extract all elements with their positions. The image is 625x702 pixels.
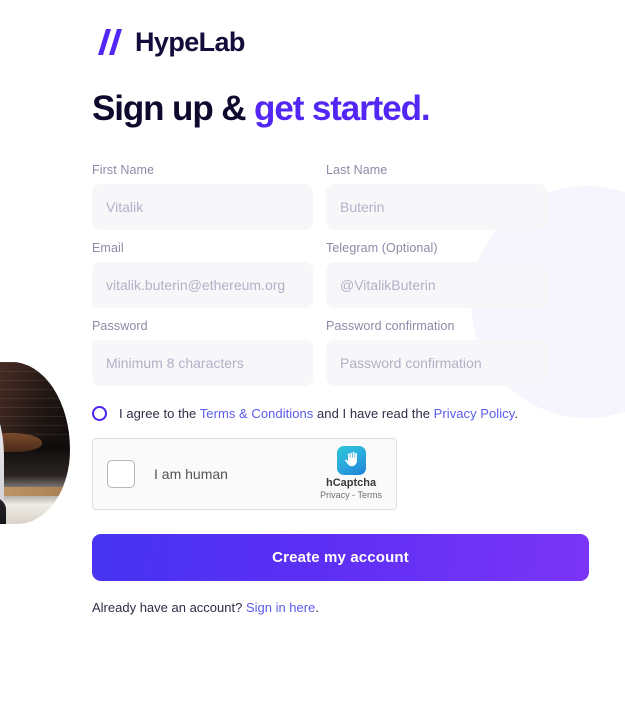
signin-prompt: Already have an account? Sign in here.	[40, 600, 585, 615]
first-name-label: First Name	[92, 162, 155, 177]
hcaptcha-widget[interactable]: I am human hCaptcha Privacy - Terms	[92, 437, 397, 510]
field-password-confirmation: Password confirmation	[326, 319, 547, 386]
telegram-input[interactable]	[326, 261, 547, 308]
hcaptcha-label: I am human	[154, 465, 228, 482]
create-account-button[interactable]: Create my account	[92, 533, 589, 581]
first-name-input[interactable]	[92, 183, 313, 230]
email-input[interactable]	[92, 261, 313, 308]
field-password: Password	[92, 319, 313, 386]
form-grid: First Name Last Name Email Telegram (Opt…	[92, 163, 547, 386]
hcaptcha-brand-name: hCaptcha	[326, 477, 377, 489]
field-telegram: Telegram (Optional)	[326, 241, 547, 308]
password-confirmation-input[interactable]	[326, 339, 547, 386]
last-name-label: Last Name	[326, 162, 388, 177]
signup-form: First Name Last Name Email Telegram (Opt…	[40, 163, 585, 386]
signin-prompt-text: Already have an account?	[92, 599, 246, 615]
telegram-label: Telegram (Optional)	[326, 240, 438, 255]
page-title: Sign up & get started.	[40, 89, 585, 129]
privacy-policy-link[interactable]: Privacy Policy	[434, 406, 515, 421]
brand-logo[interactable]: HypeLab	[40, 0, 585, 62]
hcaptcha-hand-icon	[336, 446, 366, 475]
terms-text-before: I agree to the	[119, 405, 200, 421]
field-email: Email	[92, 241, 313, 308]
headline-lead: Sign up &	[92, 89, 247, 128]
email-label: Email	[92, 240, 124, 255]
hypelab-slash-logo-icon	[92, 29, 126, 55]
terms-text-after: .	[514, 405, 518, 421]
terms-agreement-row: I agree to the Terms & Conditions and I …	[40, 405, 585, 421]
hcaptcha-checkbox[interactable]	[107, 459, 135, 488]
brand-name: HypeLab	[135, 26, 245, 57]
terms-text: I agree to the Terms & Conditions and I …	[119, 406, 518, 421]
terms-checkbox[interactable]	[92, 405, 107, 421]
password-confirmation-label: Password confirmation	[326, 318, 455, 333]
hcaptcha-privacy-terms-links[interactable]: Privacy - Terms	[320, 490, 382, 501]
password-label: Password	[92, 318, 148, 333]
password-input[interactable]	[92, 339, 313, 386]
field-first-name: First Name	[92, 163, 313, 230]
terms-conditions-link[interactable]: Terms & Conditions	[200, 406, 314, 421]
field-last-name: Last Name	[326, 163, 547, 230]
sign-in-link[interactable]: Sign in here	[246, 600, 315, 615]
terms-text-middle: and I have read the	[313, 405, 434, 421]
signup-page: HypeLab Sign up & get started. First Nam…	[0, 0, 625, 702]
hcaptcha-branding: hCaptcha Privacy - Terms	[320, 446, 382, 501]
last-name-input[interactable]	[326, 183, 547, 230]
signin-prompt-period: .	[315, 599, 319, 615]
headline-accent: get started.	[254, 89, 431, 128]
